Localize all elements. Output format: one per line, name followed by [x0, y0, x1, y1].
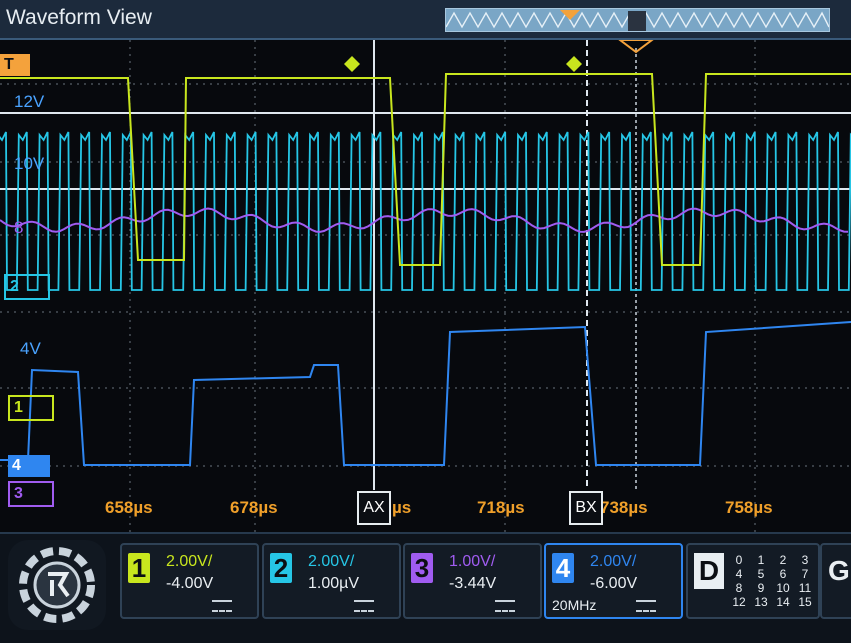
time-label-658: 658µs — [105, 498, 153, 517]
digital-bit-8: 8 — [735, 581, 743, 595]
digital-bit-2: 2 — [779, 553, 787, 567]
ch1-number: 1 — [128, 553, 150, 583]
trigger-position-marker[interactable] — [560, 10, 580, 20]
digital-bit-11: 11 — [798, 581, 812, 595]
dc-coupling-icon — [636, 600, 656, 612]
ch1-ground-marker[interactable]: 1 — [8, 395, 54, 421]
ch3-settings-card[interactable]: 3 1.00V/ -3.44V — [403, 543, 542, 619]
digital-bit-15: 15 — [798, 595, 812, 609]
ch4-bandwidth-limit: 20MHz — [552, 597, 597, 613]
cursor-a-time-suffix: µs — [392, 498, 412, 517]
window-title: Waveform View — [6, 6, 152, 29]
ch4-trace — [0, 321, 851, 466]
ch1-edge-markers — [344, 56, 582, 72]
oscilloscope-screen: Waveform View T 12V 10V 8 4V 2 1 4 3 658… — [0, 0, 851, 643]
scale-label-10v: 10V — [14, 154, 45, 173]
ch3-vdiv: 1.00V/ — [449, 553, 496, 570]
digital-bit-0: 0 — [735, 553, 743, 567]
ch3-ripple-wave — [0, 207, 849, 233]
time-label-718: 718µs — [477, 498, 525, 517]
digital-bit-12: 12 — [732, 595, 746, 609]
time-label-678: 678µs — [230, 498, 278, 517]
view-window-marker[interactable] — [628, 11, 646, 31]
ch2-vdiv: 2.00V/ — [308, 553, 355, 570]
cursor-b-handle[interactable]: BX — [569, 491, 603, 525]
trigger-level-tag[interactable]: T — [0, 54, 30, 76]
waveform-traces — [0, 40, 851, 532]
ch1-settings-card[interactable]: 1 2.00V/ -4.00V — [120, 543, 259, 619]
digital-bit-5: 5 — [757, 567, 765, 581]
ch3-ground-marker[interactable]: 3 — [8, 481, 54, 507]
ch4-offset: -6.00V — [590, 575, 638, 592]
ch4-number: 4 — [552, 553, 574, 583]
ch2-offset: 1.00µV — [308, 575, 360, 592]
more-panel-button[interactable]: G — [820, 543, 851, 619]
ch2-number: 2 — [270, 553, 292, 583]
ch3-trace — [0, 207, 849, 233]
digital-bit-3: 3 — [801, 553, 809, 567]
dc-coupling-icon — [495, 600, 515, 612]
scale-label-12v: 12V — [14, 92, 45, 111]
ch4-ground-marker[interactable]: 4 — [8, 455, 50, 477]
digital-bit-10: 10 — [776, 581, 790, 595]
digital-label: D — [694, 553, 724, 589]
ch3-offset: -3.44V — [449, 575, 497, 592]
digital-bit-13: 13 — [754, 595, 768, 609]
digital-bit-7: 7 — [801, 567, 809, 581]
ch1-offset: -4.00V — [166, 575, 214, 592]
time-label-758: 758µs — [725, 498, 773, 517]
digital-bit-6: 6 — [779, 567, 787, 581]
ch1-trace — [0, 73, 851, 266]
ch2-ground-marker[interactable]: 2 — [4, 274, 50, 300]
digital-bit-9: 9 — [757, 581, 765, 595]
scale-label-8: 8 — [14, 218, 24, 237]
digital-channels-card[interactable]: D 0 1 2 3 4 5 6 7 8 9 10 11 12 13 14 15 — [686, 543, 820, 619]
ch1-vdiv: 2.00V/ — [166, 553, 213, 570]
scale-label-4v: 4V — [20, 339, 41, 358]
time-label-738: 738µs — [600, 498, 648, 517]
digital-bit-1: 1 — [757, 553, 765, 567]
dc-coupling-icon — [212, 600, 232, 612]
gear-icon — [19, 547, 95, 623]
app-menu-gear-icon[interactable] — [8, 540, 106, 630]
digital-bit-14: 14 — [776, 595, 790, 609]
ch4-vdiv: 2.00V/ — [590, 553, 637, 570]
ch4-settings-card[interactable]: 4 2.00V/ -6.00V 20MHz — [544, 543, 683, 619]
waveform-plot[interactable]: T 12V 10V 8 4V 2 1 4 3 658µs 678µs 718µs… — [0, 40, 851, 532]
cursor-a-handle[interactable]: AX — [357, 491, 391, 525]
ch2-settings-card[interactable]: 2 2.00V/ 1.00µV — [262, 543, 401, 619]
dc-coupling-icon — [354, 600, 374, 612]
more-panel-label: G — [828, 555, 850, 586]
ch3-number: 3 — [411, 553, 433, 583]
digital-bit-4: 4 — [735, 567, 743, 581]
